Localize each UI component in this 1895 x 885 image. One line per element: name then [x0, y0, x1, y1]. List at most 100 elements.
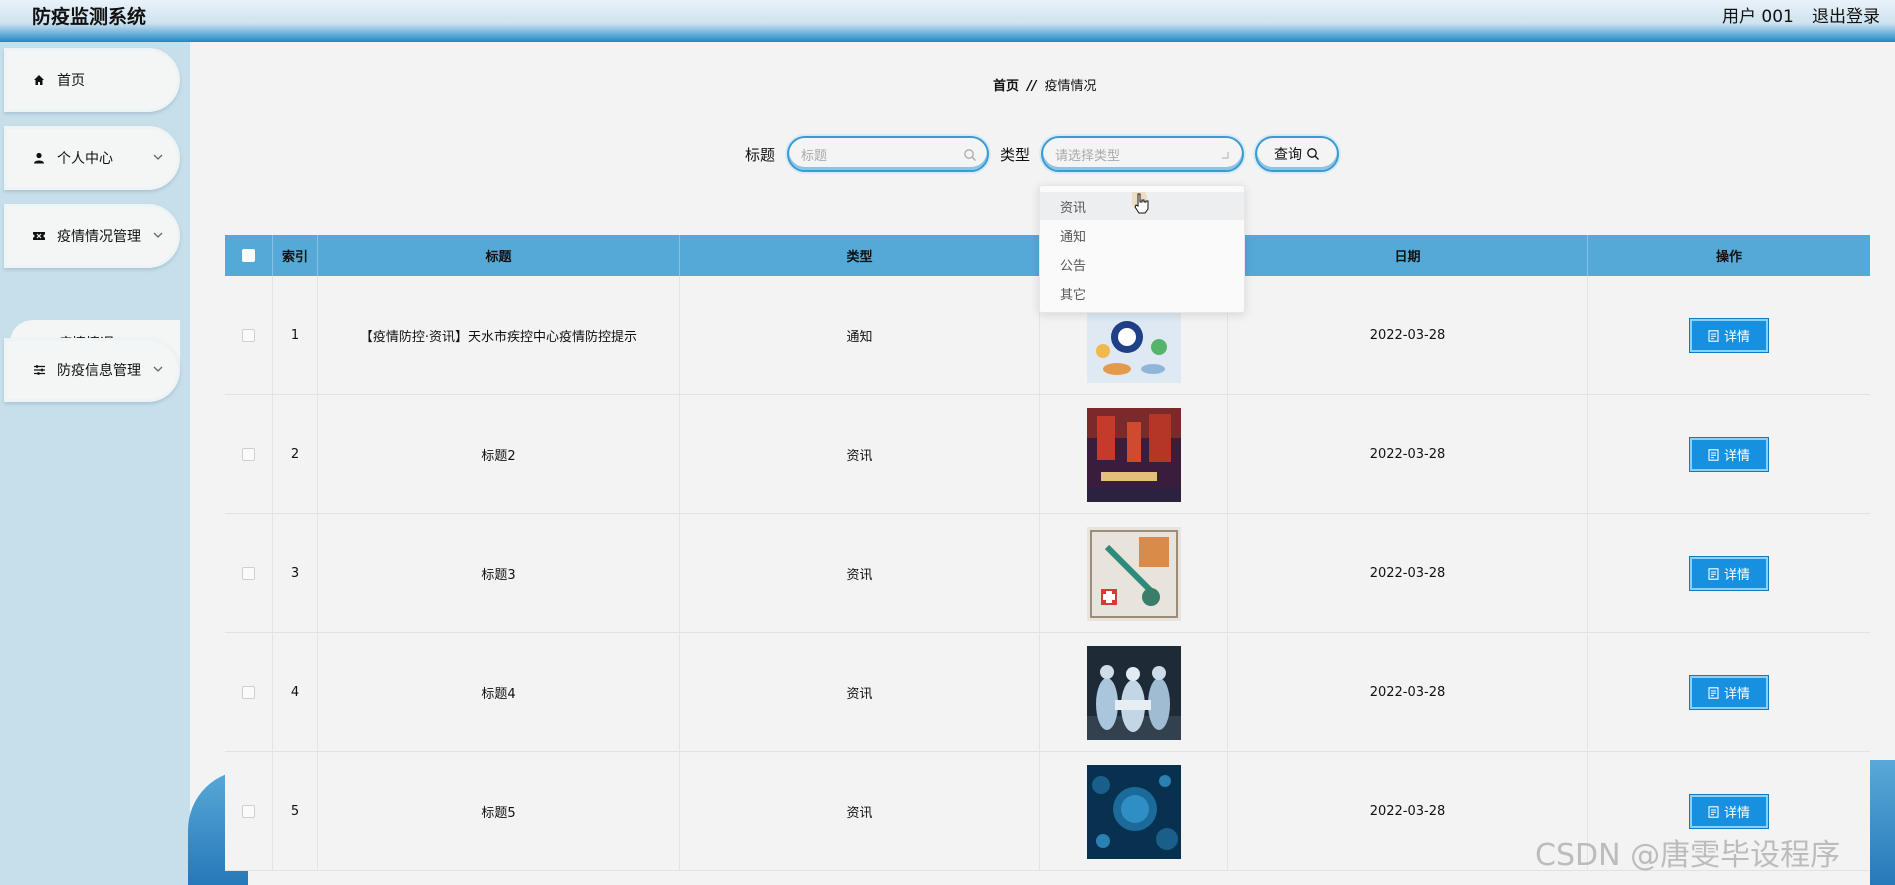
- column-header: 日期: [1228, 235, 1588, 276]
- chevron-down-icon: [153, 232, 163, 238]
- action-cell: 详情: [1588, 633, 1870, 752]
- dropdown-option[interactable]: 其它: [1040, 279, 1244, 307]
- ticket-icon: [31, 228, 47, 244]
- image-cell: [1040, 752, 1228, 871]
- sidebar-item-label: 防疫信息管理: [57, 363, 141, 379]
- index-cell: 2: [273, 395, 318, 514]
- sidebar-item-personal-center[interactable]: 个人中心: [4, 126, 180, 190]
- document-icon: [1708, 686, 1719, 699]
- date-cell: 2022-03-28: [1228, 633, 1588, 752]
- detail-button-label: 详情: [1723, 568, 1750, 583]
- column-header: 索引: [273, 235, 318, 276]
- row-checkbox[interactable]: [242, 567, 255, 580]
- title-search-placeholder: 标题: [801, 148, 828, 164]
- table-row: 3 标题3 资讯 2022-03-28 详情: [225, 514, 1870, 633]
- type-cell: 资讯: [680, 633, 1040, 752]
- virus-image[interactable]: [1086, 764, 1181, 859]
- query-button-label: 查询: [1274, 147, 1302, 163]
- sidebar-item-epidemic-management[interactable]: 疫情情况管理: [4, 204, 180, 268]
- current-user: 用户 001: [1722, 7, 1794, 27]
- breadcrumb-separator: //: [1027, 79, 1037, 94]
- title-cell: 标题4: [318, 633, 680, 752]
- column-header: 标题: [318, 235, 680, 276]
- index-cell: 1: [273, 276, 318, 395]
- document-icon: [1708, 448, 1719, 461]
- image-cell: [1040, 633, 1228, 752]
- detail-button-label: 详情: [1723, 806, 1750, 821]
- date-cell: 2022-03-28: [1228, 514, 1588, 633]
- logout-link[interactable]: 退出登录: [1812, 2, 1880, 27]
- detail-button-label: 详情: [1723, 330, 1750, 345]
- app-title: 防疫监测系统: [32, 6, 147, 28]
- detail-button[interactable]: 详情: [1690, 676, 1768, 709]
- table-row: 2 标题2 资讯 2022-03-28 详情: [225, 395, 1870, 514]
- query-button[interactable]: 查询: [1255, 136, 1339, 172]
- row-checkbox-cell: [225, 633, 273, 752]
- title-search-input[interactable]: 标题: [787, 136, 989, 172]
- dropdown-option[interactable]: 公告: [1040, 250, 1244, 278]
- type-select-placeholder: 请选择类型: [1055, 148, 1121, 164]
- image-cell: [1040, 395, 1228, 514]
- column-header: 类型: [680, 235, 1040, 276]
- type-cell: 资讯: [680, 752, 1040, 871]
- row-checkbox-cell: [225, 752, 273, 871]
- sliders-icon: [31, 362, 47, 378]
- action-cell: 详情: [1588, 395, 1870, 514]
- type-cell: 通知: [680, 276, 1040, 395]
- action-cell: 详情: [1588, 276, 1870, 395]
- sidebar-item-label: 疫情情况管理: [57, 229, 141, 245]
- title-cell: 标题2: [318, 395, 680, 514]
- document-icon: [1708, 567, 1719, 580]
- title-cell: 标题3: [318, 514, 680, 633]
- search-icon: [964, 149, 976, 161]
- breadcrumb: 首页 // 疫情情况: [993, 75, 1097, 94]
- breadcrumb-home[interactable]: 首页: [993, 79, 1019, 94]
- row-checkbox[interactable]: [242, 686, 255, 699]
- select-all-cell: [225, 235, 273, 276]
- user-icon: [31, 150, 47, 166]
- title-cell: 标题5: [318, 752, 680, 871]
- type-select[interactable]: 请选择类型: [1041, 136, 1244, 172]
- medical-workers-image[interactable]: [1086, 645, 1181, 740]
- search-icon: [1307, 148, 1319, 160]
- chevron-down-icon: [153, 366, 163, 372]
- row-checkbox-cell: [225, 514, 273, 633]
- index-cell: 3: [273, 514, 318, 633]
- handdrawn-poster-image[interactable]: [1086, 526, 1181, 621]
- sidebar-item-label: 首页: [57, 73, 85, 89]
- type-filter-label: 类型: [1000, 146, 1031, 164]
- date-cell: 2022-03-28: [1228, 276, 1588, 395]
- detail-button[interactable]: 详情: [1690, 557, 1768, 590]
- hand-cursor-icon: [1132, 192, 1149, 214]
- type-cell: 资讯: [680, 395, 1040, 514]
- detail-button-label: 详情: [1723, 449, 1750, 464]
- detail-button[interactable]: 详情: [1690, 438, 1768, 471]
- column-header: 操作: [1715, 250, 1742, 265]
- chevron-down-icon: [1222, 152, 1229, 159]
- decorative-wave: [1870, 760, 1895, 885]
- type-cell: 资讯: [680, 514, 1040, 633]
- sidebar-item-prevention-info[interactable]: 防疫信息管理: [4, 338, 180, 402]
- row-checkbox[interactable]: [242, 448, 255, 461]
- row-checkbox[interactable]: [242, 805, 255, 818]
- watermark: CSDN @唐雯毕设程序: [1535, 838, 1841, 873]
- detail-button[interactable]: 详情: [1690, 319, 1768, 352]
- red-banner-image[interactable]: [1086, 407, 1181, 502]
- sidebar-item-home[interactable]: 首页: [4, 48, 180, 112]
- breadcrumb-current: 疫情情况: [1044, 79, 1097, 94]
- image-cell: [1040, 514, 1228, 633]
- sidebar: 首页 个人中心 疫情情况管理 疫情情况 防疫信息管理: [0, 42, 190, 885]
- dropdown-option[interactable]: 通知: [1040, 221, 1244, 249]
- select-all-checkbox[interactable]: [242, 249, 255, 262]
- index-cell: 5: [273, 752, 318, 871]
- date-cell: 2022-03-28: [1228, 395, 1588, 514]
- home-icon: [31, 72, 47, 88]
- date-cell: 2022-03-28: [1228, 752, 1588, 871]
- detail-button[interactable]: 详情: [1690, 795, 1768, 828]
- sidebar-item-label: 个人中心: [57, 151, 113, 167]
- document-icon: [1708, 329, 1719, 342]
- row-checkbox[interactable]: [242, 329, 255, 342]
- document-icon: [1708, 805, 1719, 818]
- chevron-down-icon: [153, 154, 163, 160]
- index-cell: 4: [273, 633, 318, 752]
